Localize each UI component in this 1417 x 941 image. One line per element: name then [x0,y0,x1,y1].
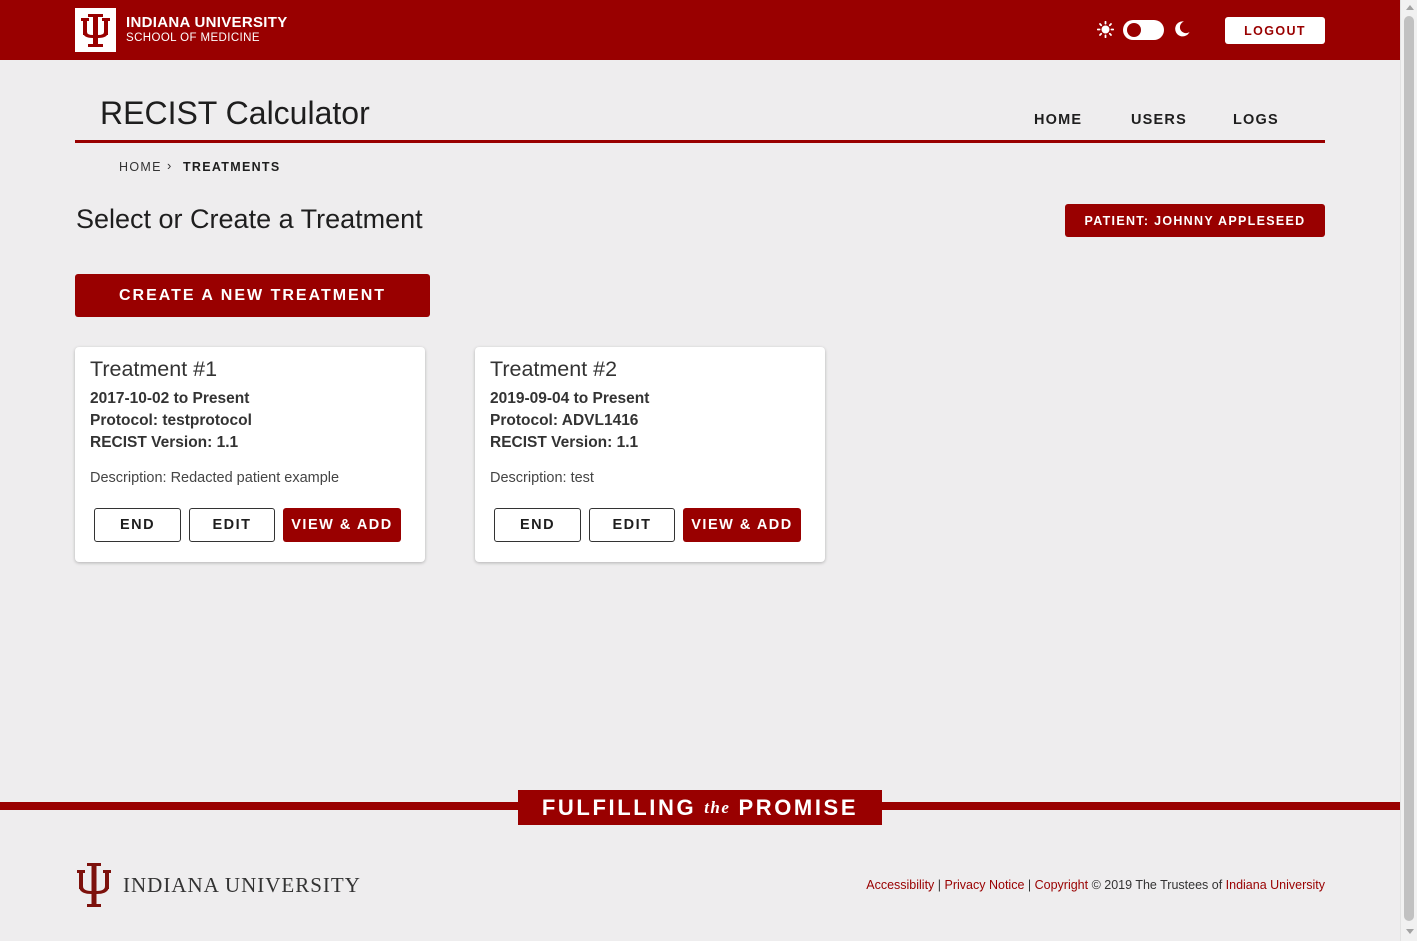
top-bar: INDIANA UNIVERSITY SCHOOL OF MEDICINE LO… [0,0,1400,60]
treatment-title: Treatment #2 [490,357,618,381]
nav-users[interactable]: USERS [1131,112,1187,128]
footer-separator: | [934,878,945,892]
treatment-recist-version: RECIST Version: 1.1 [90,434,239,451]
brand-university: INDIANA UNIVERSITY [126,14,288,31]
trident-icon [81,14,110,47]
nav-logs[interactable]: LOGS [1233,112,1279,128]
banner-promise: PROMISE [738,794,859,820]
page-title: Select or Create a Treatment [76,204,423,234]
edit-treatment-button[interactable]: EDIT [189,508,275,542]
footer-separator: | [1024,878,1035,892]
copyright-text: © 2019 The Trustees of [1088,878,1226,892]
treatment-dates: 2019-09-04 to Present [490,390,650,407]
footer-trident-icon[interactable] [76,862,112,908]
scroll-up-arrow-icon[interactable] [1406,5,1414,10]
indiana-university-link[interactable]: Indiana University [1226,878,1325,892]
banner-the: the [704,797,731,817]
view-add-button[interactable]: VIEW & ADD [683,508,801,542]
end-treatment-button[interactable]: END [494,508,581,542]
brand-school: SCHOOL OF MEDICINE [126,32,260,44]
treatment-protocol: Protocol: testprotocol [90,412,252,429]
treatment-description: Description: test [490,470,594,486]
edit-treatment-button[interactable]: EDIT [589,508,675,542]
view-add-button[interactable]: VIEW & ADD [283,508,401,542]
end-treatment-button[interactable]: END [94,508,181,542]
breadcrumb-home[interactable]: HOME [119,160,162,174]
treatment-recist-version: RECIST Version: 1.1 [490,434,639,451]
theme-toggle[interactable] [1123,20,1164,40]
fulfilling-the-promise-banner: FULFILLING the PROMISE [518,790,882,825]
nav-home[interactable]: HOME [1034,112,1082,128]
treatment-protocol: Protocol: ADVL1416 [490,412,639,429]
create-treatment-button[interactable]: CREATE A NEW TREATMENT [75,274,430,317]
banner-fulfilling: FULFILLING [541,794,697,820]
breadcrumb-chevron-icon: › [167,158,172,173]
header-divider [75,140,1325,143]
footer-wordmark: INDIANA UNIVERSITY [123,873,361,897]
treatment-dates: 2017-10-02 to Present [90,390,250,407]
accessibility-link[interactable]: Accessibility [866,878,934,892]
treatment-card: Treatment #1 2017-10-02 to Present Proto… [75,347,425,562]
app-title[interactable]: RECIST Calculator [100,95,370,132]
scrollbar-thumb[interactable] [1404,16,1414,921]
treatment-title: Treatment #1 [90,357,218,381]
page-scrollbar[interactable] [1400,0,1417,941]
theme-toggle-knob [1127,23,1141,37]
sun-icon [1097,21,1114,38]
footer-links: Accessibility | Privacy Notice | Copyrig… [866,878,1325,892]
copyright-link[interactable]: Copyright [1035,878,1089,892]
patient-badge[interactable]: PATIENT: JOHNNY APPLESEED [1065,204,1325,237]
moon-icon [1175,21,1190,37]
iu-trident-logo[interactable] [75,8,116,52]
privacy-notice-link[interactable]: Privacy Notice [945,878,1025,892]
treatment-description: Description: Redacted patient example [90,470,340,486]
logout-button[interactable]: LOGOUT [1225,17,1325,44]
treatment-card: Treatment #2 2019-09-04 to Present Proto… [475,347,825,562]
scroll-down-arrow-icon[interactable] [1406,929,1414,934]
breadcrumb-current: TREATMENTS [183,160,281,174]
